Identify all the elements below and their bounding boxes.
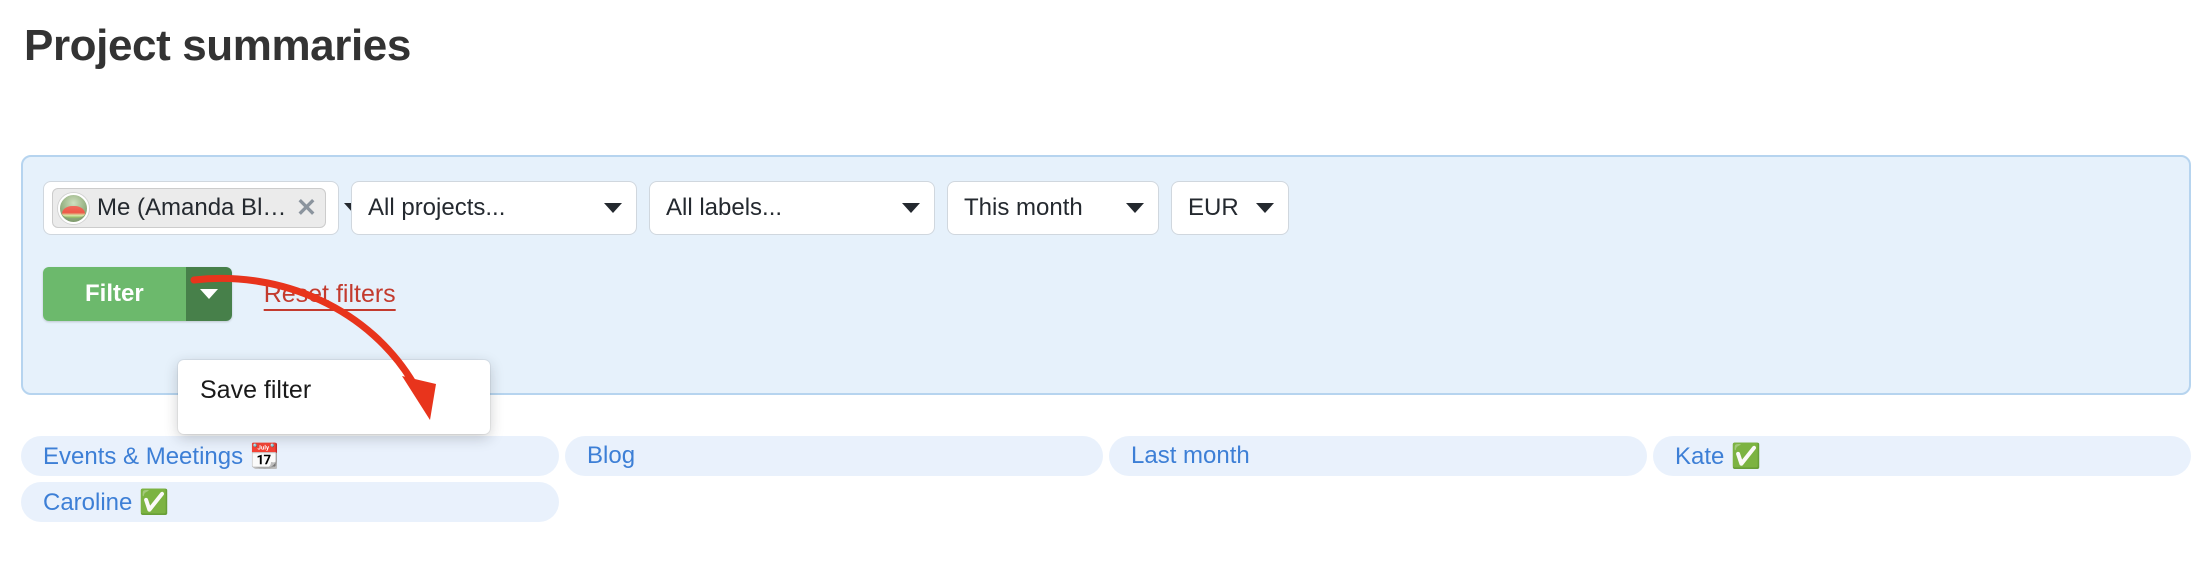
chevron-down-icon (1126, 203, 1144, 213)
chip-label: Blog (587, 442, 636, 469)
user-token-label: Me (Amanda Blue) (97, 194, 289, 221)
period-select[interactable]: This month (947, 181, 1159, 235)
chevron-down-icon (199, 289, 218, 299)
chip-label: Events & Meetings 📆 (43, 442, 280, 470)
chevron-down-icon (604, 203, 622, 213)
labels-select-value: All labels... (666, 194, 783, 221)
user-token: Me (Amanda Blue) ✕ (52, 188, 326, 228)
chip-label: Last month (1131, 442, 1250, 469)
chip-saved-filter[interactable]: Blog (565, 436, 1103, 476)
labels-select[interactable]: All labels... (649, 181, 935, 235)
menu-item-save-filter[interactable]: Save filter (178, 360, 490, 405)
avatar (58, 192, 89, 224)
page-title: Project summaries (24, 21, 411, 70)
filter-button-group: Filter (43, 267, 232, 321)
chip-label: Kate ✅ (1675, 442, 1761, 470)
chevron-down-icon (1256, 203, 1274, 213)
chip-saved-filter[interactable]: Last month (1109, 436, 1647, 476)
filter-dropdown-toggle[interactable] (185, 267, 232, 321)
period-select-value: This month (964, 194, 1083, 221)
chip-saved-filter[interactable]: Caroline ✅ (21, 482, 559, 522)
saved-filter-chips: Events & Meetings 📆 Blog Last month Kate… (21, 436, 2191, 522)
user-select[interactable]: Me (Amanda Blue) ✕ (43, 181, 362, 235)
chip-saved-filter[interactable]: Kate ✅ (1653, 436, 2191, 476)
chip-label: Caroline ✅ (43, 488, 169, 516)
filter-dropdown-menu: Save filter (178, 360, 490, 434)
currency-select-value: EUR (1188, 194, 1239, 221)
filter-button[interactable]: Filter (43, 267, 186, 321)
filter-actions-row: Filter Reset filters (43, 267, 396, 321)
reset-filters-link[interactable]: Reset filters (264, 280, 396, 309)
close-icon[interactable]: ✕ (296, 195, 317, 221)
filter-panel: Me (Amanda Blue) ✕ All projects... All l… (21, 155, 2191, 395)
filter-controls-row: Me (Amanda Blue) ✕ All projects... All l… (43, 181, 1289, 235)
chip-saved-filter[interactable]: Events & Meetings 📆 (21, 436, 559, 476)
projects-select[interactable]: All projects... (351, 181, 637, 235)
projects-select-value: All projects... (368, 194, 506, 221)
chevron-down-icon (902, 203, 920, 213)
currency-select[interactable]: EUR (1171, 181, 1289, 235)
